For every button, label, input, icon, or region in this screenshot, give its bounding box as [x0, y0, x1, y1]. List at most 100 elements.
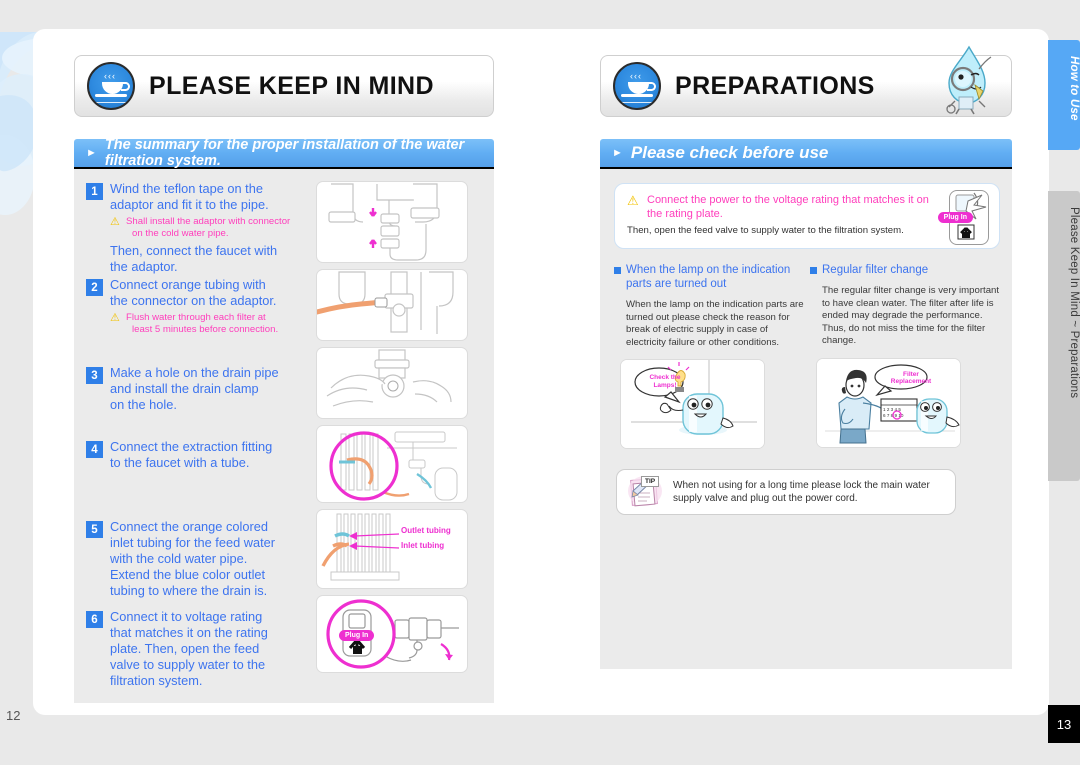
warning-line: Shall install the adaptor with connector	[126, 216, 291, 227]
left-chapter-header: ‹‹‹ PLEASE KEEP IN MIND	[74, 55, 494, 117]
step-line: Connect the extraction fitting	[110, 439, 273, 454]
topic-lamp-indication: When the lamp on the indication parts ar…	[614, 263, 804, 449]
illustration-teflon-adaptor	[316, 181, 468, 263]
water-drop-mascot-icon	[935, 45, 997, 115]
illustration-orange-tubing	[316, 269, 468, 341]
coffee-cup-icon: ‹‹‹	[613, 62, 661, 110]
topic-body: When the lamp on the indication parts ar…	[626, 299, 804, 348]
step-number-badge: 4	[86, 441, 103, 458]
tip-box: TIP When not using for a long time pleas…	[616, 469, 956, 515]
step-number-badge: 5	[86, 521, 103, 538]
step-item: 3 Make a hole on the drain pipe and inst…	[86, 365, 308, 413]
illustration-inlet-outlet-tubing: Outlet tubing Inlet tubing	[316, 509, 468, 589]
illustration-drain-clamp	[316, 347, 468, 419]
right-chapter-title: PREPARATIONS	[675, 71, 875, 100]
warning-triangle-icon: ⚠	[110, 216, 120, 228]
step-line: on the hole.	[110, 397, 177, 412]
warning-line: Flush water through each filter at	[126, 312, 266, 323]
installation-steps-panel: 1 Wind the teflon tape on the adaptor an…	[74, 169, 494, 703]
step-line: valve to supply water to the	[110, 657, 266, 672]
step-line: Then, connect the faucet with	[110, 243, 278, 258]
right-section-bar: ► Please check before use	[600, 139, 1012, 167]
step-line: the adaptor.	[110, 259, 178, 274]
bullet-square-icon	[810, 267, 817, 274]
step-line: and install the drain clamp	[110, 381, 259, 396]
plug-in-badge: Plug In	[937, 212, 973, 223]
step-line: Make a hole on the drain pipe	[110, 365, 279, 380]
warning-triangle-icon: ⚠	[627, 193, 639, 208]
step-line: that matches it on the rating	[110, 625, 268, 640]
tip-badge-label: TIP	[641, 476, 660, 487]
step-line: tubing to where the drain is.	[110, 583, 268, 598]
topic-heading: Regular filter change	[810, 263, 1000, 277]
inlet-tubing-label: Inlet tubing	[401, 541, 445, 550]
page-number-left: 12	[6, 708, 21, 723]
bullet-square-icon	[614, 267, 621, 274]
manual-page-spread: ‹‹‹ PLEASE KEEP IN MIND ► The summary fo…	[0, 0, 1080, 765]
power-warning-text: Connect the power to the voltage rating …	[647, 194, 929, 220]
left-section-bar: ► The summary for the proper installatio…	[74, 137, 494, 169]
step-item: 5 Connect the orange colored inlet tubin…	[86, 519, 308, 599]
coffee-cup-icon: ‹‹‹	[87, 62, 135, 110]
right-page-column: ‹‹‹ PREPARATIONS ► Please check before u…	[600, 45, 1012, 669]
triangle-right-icon: ►	[612, 147, 623, 159]
bubble-text: Check the Lamps!	[649, 374, 681, 389]
topic-regular-filter-change: Regular filter change The regular filter…	[810, 263, 1000, 449]
topic-heading: When the lamp on the indication parts ar…	[614, 263, 804, 291]
power-warning-row: ⚠ Connect the power to the voltage ratin…	[627, 194, 987, 221]
warning-triangle-icon: ⚠	[110, 312, 120, 324]
step-line: Extend the blue color outlet	[110, 567, 266, 582]
topic-title: When the lamp on the indication parts ar…	[626, 264, 791, 290]
index-tab-how-to-use[interactable]: How to Use	[1048, 40, 1080, 150]
step-line: Connect it to voltage rating	[110, 609, 263, 624]
illustration-column: Outlet tubing Inlet tubing Plug In	[316, 181, 468, 691]
step-body: Connect it to voltage rating that matche…	[110, 609, 308, 689]
step-item: 2 Connect orange tubing with the connect…	[86, 277, 308, 339]
step-number-badge: 6	[86, 611, 103, 628]
step-line: plate. Then, open the feed	[110, 641, 260, 656]
bubble-text: Filter Replacement	[890, 370, 932, 386]
step-line: to the faucet with a tube.	[110, 455, 250, 470]
left-page-column: ‹‹‹ PLEASE KEEP IN MIND ► The summary fo…	[74, 55, 494, 703]
step-item: 1 Wind the teflon tape on the adaptor an…	[86, 181, 308, 275]
warning-line: on the cold water pipe.	[132, 227, 229, 239]
step-line: Wind the teflon tape on the	[110, 181, 263, 196]
step-line: with the cold water pipe.	[110, 551, 248, 566]
index-tab-column: How to Use Please Keep In Mind ~ Prepara…	[1048, 29, 1080, 715]
right-section-bar-label: Please check before use	[630, 143, 829, 162]
illustration-check-lamps: Check the Lamps!	[620, 359, 765, 449]
tip-notepad-icon: TIP	[627, 475, 663, 509]
triangle-right-icon: ►	[86, 147, 97, 159]
outlet-tubing-label: Outlet tubing	[401, 526, 451, 535]
illustration-filter-replacement: 1 2 3 4 5 6 7 8 9 10 Filter Replacement	[816, 357, 961, 448]
step-number-badge: 3	[86, 367, 103, 384]
right-content-body: ⚠ Connect the power to the voltage ratin…	[600, 169, 1012, 669]
step-warning-text: Flush water through each filter at least…	[126, 312, 278, 335]
left-chapter-title: PLEASE KEEP IN MIND	[149, 71, 434, 100]
step-number-badge: 1	[86, 183, 103, 200]
step-item: 4 Connect the extraction fitting to the …	[86, 439, 308, 471]
power-warning-box: ⚠ Connect the power to the voltage ratin…	[614, 183, 1000, 249]
step-line: adaptor and fit it to the pipe.	[110, 197, 269, 212]
top-background-strip	[0, 0, 1080, 32]
step-line: the connector on the adaptor.	[110, 293, 277, 308]
index-tab-keep-in-mind-preparations[interactable]: Please Keep In Mind ~ Preparations	[1048, 191, 1080, 481]
step-warning: ⚠ Flush water through each filter at lea…	[110, 312, 308, 335]
steps-text-column: 1 Wind the teflon tape on the adaptor an…	[86, 181, 308, 691]
step-body: Wind the teflon tape on the adaptor and …	[110, 181, 308, 275]
step-warning-text: Shall install the adaptor with connector…	[126, 216, 290, 239]
step-warning: ⚠ Shall install the adaptor with connect…	[110, 216, 308, 239]
topic-body: The regular filter change is very import…	[822, 285, 1000, 346]
step-body: Connect the orange colored inlet tubing …	[110, 519, 308, 599]
step-body: Connect orange tubing with the connector…	[110, 277, 308, 339]
illustration-extraction-fitting	[316, 425, 468, 503]
illustration-plug-in: Plug In	[316, 595, 468, 673]
step-line: Connect the orange colored	[110, 519, 268, 534]
plug-in-badge: Plug In	[339, 630, 375, 641]
warning-line: least 5 minutes before connection.	[132, 323, 279, 335]
right-chapter-header: ‹‹‹ PREPARATIONS	[600, 45, 1012, 117]
